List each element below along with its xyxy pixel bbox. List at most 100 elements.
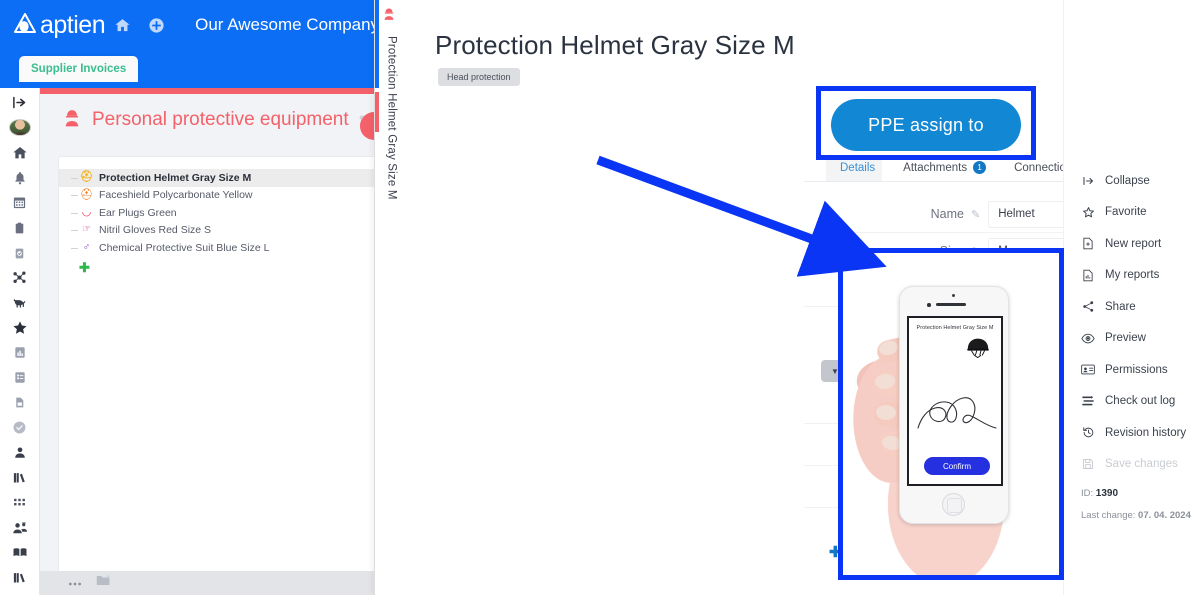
bell-icon[interactable] bbox=[6, 170, 34, 186]
list-item[interactable]: ⛑ Faceshield Polycarbonate Yellow bbox=[59, 187, 400, 205]
add-item-icon[interactable]: ✚ bbox=[59, 260, 400, 276]
pencil-icon[interactable]: ✎ bbox=[971, 208, 980, 221]
sidebar-item-label: Save changes bbox=[1105, 458, 1178, 471]
browser-tab-supplier-invoices[interactable]: Supplier Invoices bbox=[19, 56, 139, 82]
more-dots-icon[interactable] bbox=[68, 574, 82, 592]
list-item[interactable]: ☞ Nitril Gloves Red Size S bbox=[59, 222, 400, 240]
phone-screen-title: Protection Helmet Gray Size M bbox=[916, 325, 994, 331]
sidebar-item-share[interactable]: Share bbox=[1064, 291, 1200, 323]
star-icon[interactable] bbox=[6, 320, 34, 336]
suit-icon: ♂ bbox=[82, 241, 91, 253]
record-id: ID: 1390 bbox=[1064, 488, 1200, 499]
sidebar-item-permissions[interactable]: Permissions bbox=[1064, 354, 1200, 386]
clipboard-check-icon[interactable] bbox=[6, 245, 34, 261]
category-chip: Head protection bbox=[438, 68, 520, 86]
books-icon[interactable] bbox=[6, 470, 34, 486]
list-item[interactable]: ◡ Ear Plugs Green bbox=[59, 204, 400, 222]
background-footer bbox=[40, 571, 400, 595]
field-value: Helmet bbox=[998, 208, 1035, 220]
save-icon bbox=[1081, 458, 1095, 470]
confirm-button[interactable]: Confirm bbox=[924, 457, 990, 475]
home-icon[interactable] bbox=[105, 8, 139, 42]
avatar[interactable] bbox=[8, 119, 31, 136]
page-title: Personal protective equipment bbox=[92, 109, 349, 130]
sidebar-item-my-reports[interactable]: My reports bbox=[1064, 260, 1200, 292]
list-icon[interactable] bbox=[6, 370, 34, 386]
record-id-value: 1390 bbox=[1095, 488, 1119, 499]
star-icon bbox=[1081, 206, 1095, 219]
worker-helmet-icon bbox=[382, 7, 396, 26]
network-icon[interactable] bbox=[6, 270, 34, 286]
checkout-icon bbox=[1081, 395, 1095, 407]
sidebar-item-label: My reports bbox=[1105, 269, 1160, 282]
worker-helmet-icon bbox=[62, 108, 82, 133]
sidebar-item-new-report[interactable]: New report bbox=[1064, 228, 1200, 260]
grid-icon[interactable] bbox=[6, 495, 34, 511]
phone-screen: Protection Helmet Gray Size M Confirm bbox=[907, 316, 1003, 486]
app-logo[interactable]: aptien bbox=[12, 10, 106, 39]
eye-icon bbox=[1081, 333, 1095, 344]
list-item[interactable]: ♂ Chemical Protective Suit Blue Size L bbox=[59, 239, 400, 257]
tab-details[interactable]: Details bbox=[826, 162, 889, 181]
clipboard-icon[interactable] bbox=[6, 220, 34, 236]
vtab-red-edge bbox=[375, 92, 379, 132]
phone-device: Protection Helmet Gray Size M Confirm bbox=[899, 286, 1009, 524]
person-icon[interactable] bbox=[6, 445, 34, 461]
app-logo-text: aptien bbox=[40, 10, 106, 39]
collapse-arrow-icon[interactable] bbox=[6, 94, 34, 110]
share-icon bbox=[1081, 300, 1095, 313]
check-circle-icon[interactable] bbox=[6, 420, 34, 436]
book-open-icon[interactable] bbox=[6, 545, 34, 561]
record-id-label: ID: bbox=[1081, 488, 1094, 499]
faceshield-icon: ⛑ bbox=[79, 188, 94, 201]
plus-circle-icon[interactable] bbox=[139, 8, 173, 42]
sidebar-item-check-out-log[interactable]: Check out log bbox=[1064, 386, 1200, 418]
field-label: Name bbox=[930, 207, 964, 221]
library-icon[interactable] bbox=[6, 570, 34, 586]
page-title: Protection Helmet Gray Size M bbox=[435, 30, 795, 60]
phone-speaker bbox=[936, 303, 966, 306]
sidebar-item-save-changes[interactable]: Save changes bbox=[1064, 449, 1200, 481]
calendar-icon[interactable] bbox=[6, 195, 34, 211]
home-icon[interactable] bbox=[6, 145, 34, 161]
sidebar-item-collapse[interactable]: Collapse bbox=[1064, 165, 1200, 197]
company-name: Our Awesome Company bbox=[195, 15, 380, 34]
ppe-assign-to-label: PPE assign to bbox=[868, 114, 984, 135]
tab-attachments[interactable]: Attachments 1 bbox=[889, 161, 1000, 181]
history-icon bbox=[1081, 426, 1095, 439]
aptien-drop-icon bbox=[12, 12, 38, 38]
ppe-assign-to-button[interactable]: PPE assign to bbox=[831, 99, 1021, 151]
page-header: Personal protective equipment ✎ bbox=[40, 94, 400, 146]
screenshot-root: aptien Our Awesome Company Supplier Invo… bbox=[0, 0, 1200, 595]
earplugs-icon: ◡ bbox=[81, 206, 92, 219]
app-top-bar: aptien Our Awesome Company Supplier Invo… bbox=[0, 0, 400, 88]
list-item[interactable]: ⛑ Protection Helmet Gray Size M bbox=[59, 169, 400, 187]
list-item-label: Nitril Gloves Red Size S bbox=[99, 224, 212, 237]
detail-action-sidebar: Collapse Favorite New report My reports bbox=[1063, 0, 1200, 595]
chart-icon[interactable] bbox=[6, 345, 34, 361]
sidebar-item-label: Collapse bbox=[1105, 174, 1150, 187]
browser-tab-label: Supplier Invoices bbox=[31, 63, 127, 75]
sidebar-item-revision-history[interactable]: Revision history bbox=[1064, 417, 1200, 449]
left-icon-rail bbox=[0, 88, 40, 595]
sidebar-item-label: Permissions bbox=[1105, 363, 1168, 376]
list-item-label: Chemical Protective Suit Blue Size L bbox=[99, 241, 270, 254]
sidebar-item-label: New report bbox=[1105, 237, 1162, 250]
sidebar-item-favorite[interactable]: Favorite bbox=[1064, 197, 1200, 229]
last-change: Last change: 07. 04. 2024 bbox=[1064, 510, 1200, 521]
document-icon[interactable] bbox=[6, 395, 34, 411]
people-icon[interactable] bbox=[6, 520, 34, 536]
vertical-document-tab[interactable]: Protection Helmet Gray Size M bbox=[374, 0, 402, 595]
list-item-label: Ear Plugs Green bbox=[99, 206, 177, 219]
sidebar-item-label: Check out log bbox=[1105, 395, 1176, 408]
collapse-arrow-icon bbox=[1081, 175, 1095, 187]
tab-label: Attachments bbox=[903, 161, 968, 174]
folder-icon[interactable] bbox=[96, 574, 111, 592]
helmet-icon: ⛑ bbox=[79, 171, 94, 184]
dog-icon[interactable] bbox=[6, 295, 34, 311]
tab-label: Details bbox=[840, 162, 876, 174]
ppe-item-list: ⛑ Protection Helmet Gray Size M ⛑ Facesh… bbox=[58, 156, 400, 576]
highlight-box-phone-callout: Protection Helmet Gray Size M Confirm bbox=[838, 248, 1064, 580]
background-application: aptien Our Awesome Company Supplier Invo… bbox=[0, 0, 400, 595]
sidebar-item-preview[interactable]: Preview bbox=[1064, 323, 1200, 355]
